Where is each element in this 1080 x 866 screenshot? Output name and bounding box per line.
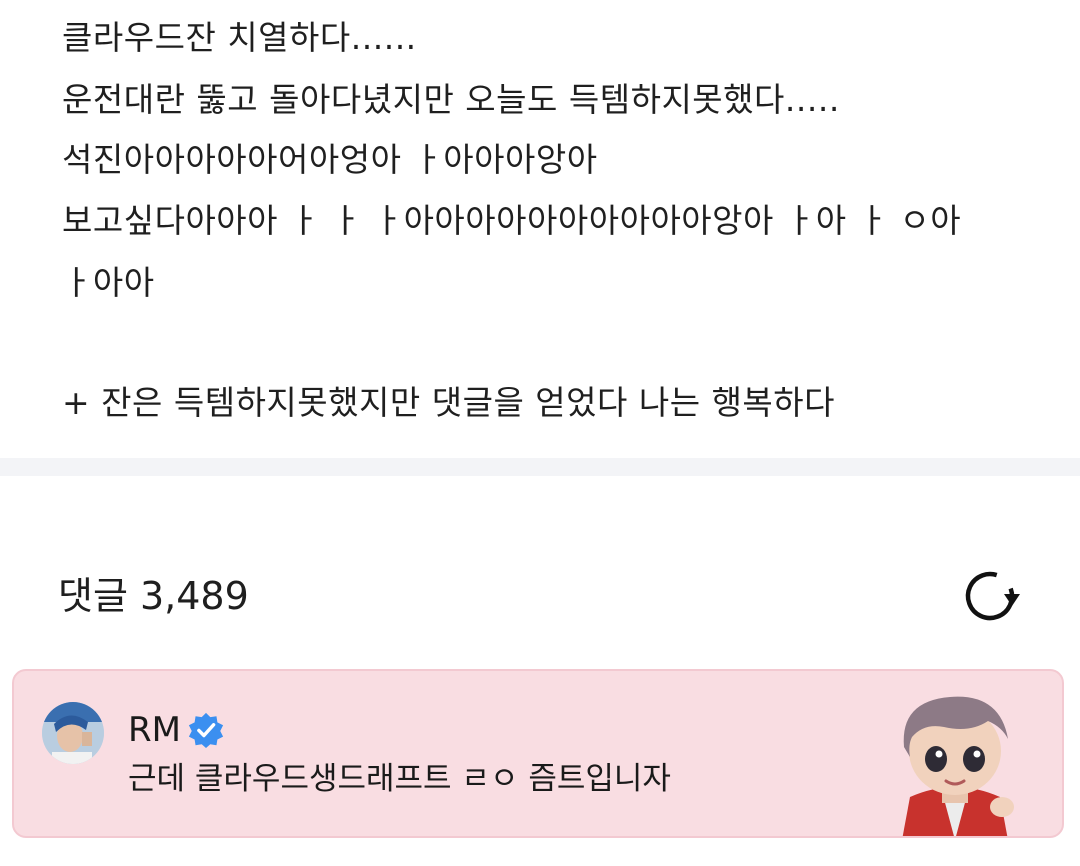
- post-line-5: ㅏ아아: [62, 263, 155, 302]
- post-line-3: 석진아아아아아어아엉아 ㅏ아아아앙아: [62, 140, 598, 179]
- verified-badge-icon: [188, 712, 224, 749]
- post-line-4: 보고싶다아아아 ㅏ ㅏ ㅏ아아아아아아아아아아앙아 ㅏ아 ㅏ ㅇ아: [62, 201, 962, 240]
- refresh-button[interactable]: [958, 566, 1026, 626]
- comment-author-row: RM: [128, 707, 225, 753]
- post-line-1: 클라우드잔 치열하다......: [62, 18, 417, 57]
- comments-header: 댓글 3,489: [0, 476, 1080, 666]
- post-body: 클라우드잔 치열하다...... 운전대란 뚫고 돌아다녔지만 오늘도 득템하지…: [0, 0, 1080, 458]
- refresh-icon: [965, 571, 1020, 621]
- section-divider: [0, 458, 1080, 476]
- comment-text: 근데 클라우드생드래프트 ㄹㅇ 즘트입니자: [128, 761, 671, 797]
- post-line-2: 운전대란 뚫고 돌아다녔지만 오늘도 득템하지못했다.....: [62, 80, 840, 119]
- avatar-image: [42, 702, 104, 764]
- comment-author-name[interactable]: RM: [128, 707, 181, 753]
- pinned-comment-card[interactable]: RM 근데 클라우드생드래프트 ㄹㅇ 즘트입니자: [12, 669, 1064, 838]
- avatar[interactable]: [42, 702, 104, 764]
- comments-count-title: 댓글 3,489: [58, 574, 249, 618]
- character-sticker-image: [902, 696, 1014, 836]
- post-line-6: + 잔은 득템하지못했지만 댓글을 얻었다 나는 행복하다: [62, 383, 836, 422]
